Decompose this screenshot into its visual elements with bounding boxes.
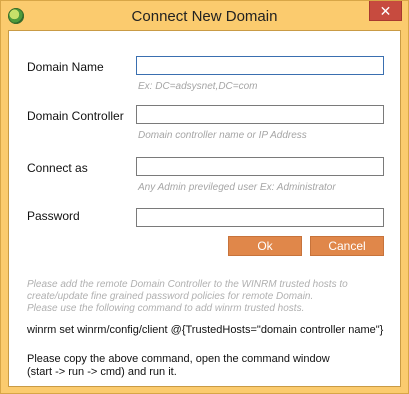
note-line: Please use the following command to add … — [27, 303, 305, 314]
note-line: Please add the remote Domain Controller … — [27, 279, 348, 290]
connect-as-label: Connect as — [27, 161, 88, 175]
domain-name-label: Domain Name — [27, 60, 104, 74]
close-button[interactable]: ✕ — [369, 1, 402, 21]
dialog-window: Connect New Domain ✕ Domain Name Ex: DC=… — [0, 0, 409, 394]
instruction-line: (start -> run -> cmd) and run it. — [27, 366, 177, 378]
domain-name-input[interactable] — [136, 56, 384, 75]
window-title: Connect New Domain — [131, 8, 278, 25]
note-line: create/update fine grained password poli… — [27, 291, 314, 302]
winrm-command-text: winrm set winrm/config/client @{TrustedH… — [27, 324, 384, 336]
dialog-body: Domain Name Ex: DC=adsysnet,DC=com Domai… — [8, 30, 401, 387]
cancel-button[interactable]: Cancel — [310, 236, 384, 256]
domain-controller-label: Domain Controller — [27, 109, 124, 123]
domain-name-hint: Ex: DC=adsysnet,DC=com — [138, 81, 258, 92]
title-bar[interactable]: Connect New Domain ✕ — [1, 1, 408, 30]
instruction-line: Please copy the above command, open the … — [27, 353, 330, 365]
domain-controller-input[interactable] — [136, 105, 384, 124]
connect-as-hint: Any Admin previleged user Ex: Administra… — [138, 182, 336, 193]
winrm-note: Please add the remote Domain Controller … — [27, 279, 387, 315]
domain-controller-hint: Domain controller name or IP Address — [138, 130, 307, 141]
ok-button[interactable]: Ok — [228, 236, 302, 256]
password-label: Password — [27, 209, 80, 223]
connect-as-input[interactable] — [136, 157, 384, 176]
password-input[interactable] — [136, 208, 384, 227]
instructions-text: Please copy the above command, open the … — [27, 353, 330, 379]
